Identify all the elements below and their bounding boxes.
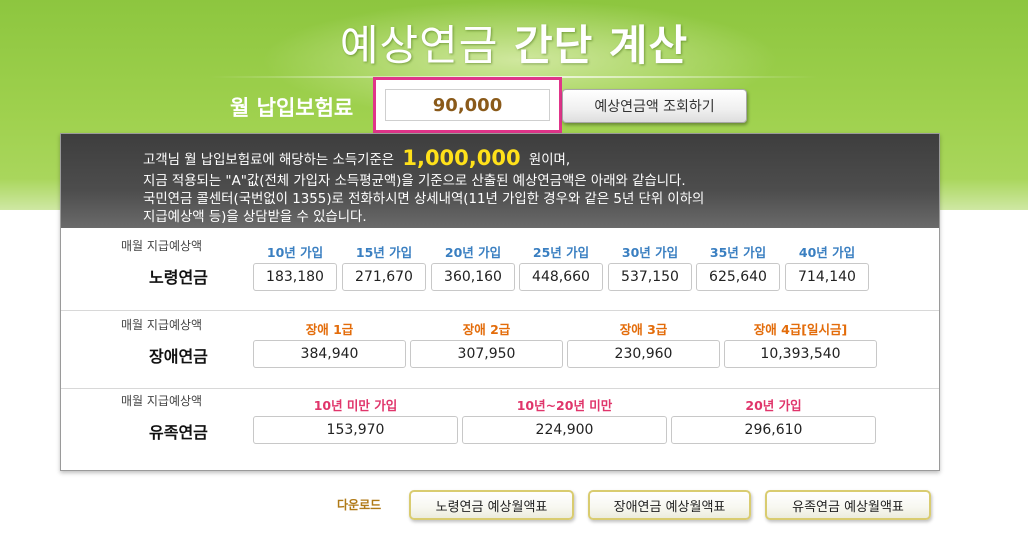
survivor-header-20y: 20년 가입 xyxy=(745,398,802,413)
download-old-age-table-button[interactable]: 노령연금 예상월액표 xyxy=(409,490,574,520)
old-age-header-15y: 15년 가입 xyxy=(355,245,413,260)
old-age-value-20y: 360,160 xyxy=(431,263,515,291)
old-age-value-10y: 183,180 xyxy=(253,263,337,291)
survivor-header-10-20y: 10년~20년 미만 xyxy=(516,398,613,413)
summary-line-1: 고객님 월 납입보험료에 해당하는 소득기준은 1,000,000 원이며, xyxy=(143,146,939,173)
section-divider xyxy=(61,388,939,389)
old-age-header-30y: 30년 가입 xyxy=(621,245,679,260)
download-survivor-table-button[interactable]: 유족연금 예상월액표 xyxy=(765,490,931,520)
disability-header-grade-4: 장애 4급[일시금] xyxy=(753,322,848,337)
income-value: 1,000,000 xyxy=(402,146,521,170)
survivor-value-10-20y: 224,900 xyxy=(462,416,667,444)
disability-value-grade-3: 230,960 xyxy=(567,340,720,368)
pay-input-frame xyxy=(373,77,562,133)
old-age-value-40y: 714,140 xyxy=(785,263,869,291)
survivor-header-under-10y: 10년 미만 가입 xyxy=(313,398,398,413)
disability-title: 장애연금 xyxy=(149,347,208,366)
disability-value-grade-2: 307,950 xyxy=(410,340,563,368)
page-title: 예상연금 간단 계산 xyxy=(0,12,1028,73)
old-age-value-35y: 625,640 xyxy=(696,263,780,291)
pay-amount-input[interactable] xyxy=(385,89,550,121)
disability-value-grade-4: 10,393,540 xyxy=(724,340,877,368)
disability-header-grade-2: 장애 2급 xyxy=(462,322,511,337)
download-label: 다운로드 xyxy=(337,498,382,512)
old-age-header-35y: 35년 가입 xyxy=(709,245,767,260)
old-age-value-15y: 271,670 xyxy=(342,263,426,291)
summary-box: 고객님 월 납입보험료에 해당하는 소득기준은 1,000,000 원이며, 지… xyxy=(61,134,939,228)
old-age-value-30y: 537,150 xyxy=(608,263,692,291)
result-panel: 고객님 월 납입보험료에 해당하는 소득기준은 1,000,000 원이며, 지… xyxy=(60,133,940,471)
summary-line-4: 지급예상액 등)을 상담받을 수 있습니다. xyxy=(143,210,367,225)
pay-label: 월 납입보험료 xyxy=(230,96,354,120)
old-age-header-10y: 10년 가입 xyxy=(266,245,324,260)
old-age-header-20y: 20년 가입 xyxy=(444,245,502,260)
old-age-title: 노령연금 xyxy=(149,268,208,287)
disability-sub-label: 매월 지급예상액 xyxy=(121,318,203,332)
summary-line-2: 지금 적용되는 "A"값(전체 가입자 소득평균액)을 기준으로 산출된 예상연… xyxy=(143,174,686,189)
summary-line-3: 국민연금 콜센터(국번없이 1355)로 전화하시면 상세내역(11년 가입한 … xyxy=(143,192,705,207)
download-disability-table-button[interactable]: 장애연금 예상월액표 xyxy=(588,490,751,520)
survivor-value-under-10y: 153,970 xyxy=(253,416,458,444)
disability-value-grade-1: 384,940 xyxy=(253,340,406,368)
page-title-part2: 간단 계산 xyxy=(514,21,689,70)
section-divider xyxy=(61,310,939,311)
old-age-sub-label: 매월 지급예상액 xyxy=(121,239,203,253)
summary-line-1-suffix: 원이며, xyxy=(528,153,571,168)
survivor-title: 유족연금 xyxy=(149,423,208,442)
summary-line-1-prefix: 고객님 월 납입보험료에 해당하는 소득기준은 xyxy=(143,153,395,168)
survivor-value-20y: 296,610 xyxy=(671,416,876,444)
old-age-value-25y: 448,660 xyxy=(519,263,603,291)
query-pension-button[interactable]: 예상연금액 조회하기 xyxy=(562,89,747,123)
survivor-sub-label: 매월 지급예상액 xyxy=(121,394,203,408)
page-title-part1: 예상연금 xyxy=(339,21,499,70)
old-age-header-25y: 25년 가입 xyxy=(532,245,590,260)
disability-header-grade-3: 장애 3급 xyxy=(619,322,668,337)
old-age-header-40y: 40년 가입 xyxy=(798,245,856,260)
disability-header-grade-1: 장애 1급 xyxy=(305,322,354,337)
